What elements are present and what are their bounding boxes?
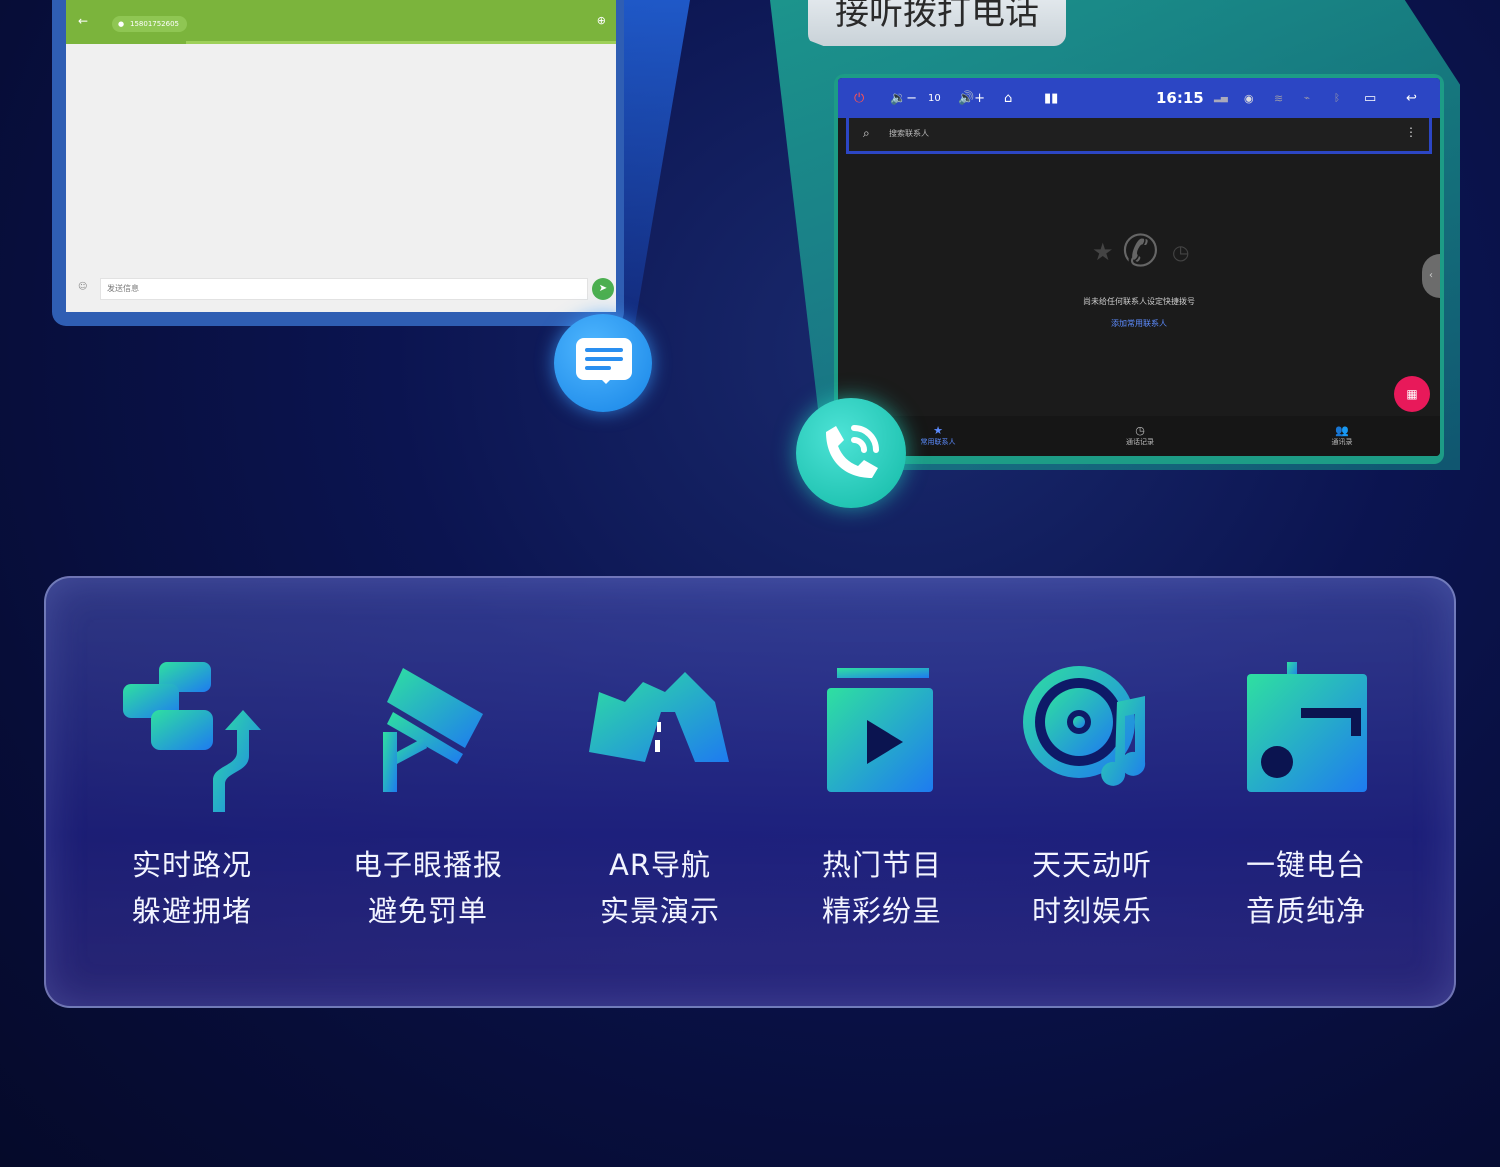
- add-favorite-link[interactable]: 添加常用联系人: [838, 318, 1440, 329]
- contact-search[interactable]: ⌕ 搜索联系人 ⋮: [846, 118, 1432, 154]
- sms-screen: ← 15801752605 ⊕ ☺ 发送信息 ➤: [66, 0, 616, 312]
- feature-title: 实时路况: [131, 848, 252, 882]
- star-icon: ★: [1092, 238, 1114, 266]
- search-input[interactable]: 搜索联系人: [889, 128, 929, 139]
- feature-title: AR导航: [609, 848, 711, 882]
- feature-subtitle: 音质纯净: [1245, 894, 1366, 928]
- feature-subtitle: 避免罚单: [367, 894, 488, 928]
- nav-contacts[interactable]: 👥 通讯录: [1302, 424, 1382, 447]
- back-arrow-icon[interactable]: ←: [78, 14, 88, 28]
- wifi-icon: ≋: [1274, 91, 1284, 105]
- radio-icon: [1231, 662, 1381, 812]
- star-icon: ★: [933, 424, 943, 437]
- add-contact-icon[interactable]: ⊕: [597, 14, 606, 27]
- history-icon: ◷: [1135, 424, 1145, 437]
- search-icon: ⌕: [863, 126, 870, 140]
- header-underline: [186, 41, 616, 44]
- dialpad-button[interactable]: ▦: [1394, 376, 1430, 412]
- message-input[interactable]: 发送信息: [100, 278, 588, 300]
- recipient-chip[interactable]: 15801752605: [112, 16, 187, 32]
- feature-title: 一键电台: [1245, 848, 1366, 882]
- feature-speed-camera: 电子眼播报 避免罚单: [318, 662, 538, 934]
- feature-subtitle: 实景演示: [599, 894, 720, 928]
- sms-header: ← 15801752605 ⊕: [66, 0, 616, 44]
- phone-window: ⏻ 🔉− 10 🔊+ ⌂ ▮▮ 16:15 ▂▄ ◉ ≋ ⌁ ᛒ ▭ ↩ ⌕ 搜…: [834, 74, 1444, 464]
- feature-music: 天天动听 时刻娱乐: [982, 662, 1202, 934]
- feature-subtitle: 躲避拥堵: [131, 894, 252, 928]
- home-icon[interactable]: ⌂: [1004, 91, 1012, 106]
- features-panel: 实时路况 躲避拥堵 电子眼播报 避免罚单 AR导航 实景演示 热门节目 精彩纷呈…: [44, 576, 1456, 1008]
- signal-icon: ▂▄: [1214, 93, 1228, 103]
- side-drawer-handle[interactable]: ‹: [1422, 254, 1440, 298]
- status-bar: ⏻ 🔉− 10 🔊+ ⌂ ▮▮ 16:15 ▂▄ ◉ ≋ ⌁ ᛒ ▭ ↩: [838, 78, 1440, 118]
- usb-icon: ⌁: [1304, 92, 1311, 104]
- more-options-icon[interactable]: ⋮: [1405, 125, 1417, 139]
- feature-title: 热门节目: [821, 848, 942, 882]
- phone-call-icon: [796, 398, 906, 508]
- nav-favorites[interactable]: ★ 常用联系人: [898, 424, 978, 447]
- feature-radio: 一键电台 音质纯净: [1196, 662, 1416, 934]
- feature-title: 电子眼播报: [352, 848, 503, 882]
- split-screen-icon[interactable]: ▮▮: [1044, 91, 1058, 106]
- video-play-icon: [807, 662, 957, 812]
- volume-level: 10: [928, 92, 941, 104]
- people-icon: 👥: [1335, 424, 1349, 437]
- volume-up-icon[interactable]: 🔊+: [958, 91, 985, 106]
- window-icon[interactable]: ▭: [1364, 91, 1376, 106]
- feature-title: 天天动听: [1031, 848, 1152, 882]
- clock: 16:15: [1156, 89, 1204, 107]
- nav-recents[interactable]: ◷ 通话记录: [1100, 424, 1180, 447]
- camera-icon: [353, 662, 503, 812]
- send-icon[interactable]: ➤: [592, 278, 614, 300]
- feature-subtitle: 精彩纷呈: [821, 894, 942, 928]
- message-icon: [554, 314, 652, 412]
- empty-state-text: 尚未给任何联系人设定快捷拨号: [1083, 297, 1195, 306]
- emoji-icon[interactable]: ☺: [78, 282, 87, 292]
- sms-window: ← 15801752605 ⊕ ☺ 发送信息 ➤: [52, 0, 624, 326]
- traffic-icon: [117, 662, 267, 812]
- clock-icon: ◷: [1172, 240, 1190, 264]
- section-title: 接听拨打电话: [808, 0, 1066, 46]
- bluetooth-icon: ᛒ: [1334, 92, 1340, 104]
- ar-road-icon: [585, 662, 735, 812]
- sms-compose-bar: ☺ 发送信息 ➤: [66, 266, 616, 312]
- power-icon[interactable]: ⏻: [854, 91, 864, 106]
- feature-ar-navigation: AR导航实景演示: [550, 662, 770, 934]
- phone-handset-icon: ✆: [1122, 226, 1159, 277]
- gauge-icon: ◉: [1244, 91, 1254, 105]
- music-disc-icon: [1017, 662, 1167, 812]
- feature-hot-programs: 热门节目 精彩纷呈: [772, 662, 992, 934]
- volume-down-icon[interactable]: 🔉−: [890, 91, 917, 106]
- feature-subtitle: 时刻娱乐: [1031, 894, 1152, 928]
- return-icon[interactable]: ↩: [1406, 91, 1417, 106]
- phone-screen: ⏻ 🔉− 10 🔊+ ⌂ ▮▮ 16:15 ▂▄ ◉ ≋ ⌁ ᛒ ▭ ↩ ⌕ 搜…: [838, 78, 1440, 456]
- bottom-nav: ★ 常用联系人 ◷ 通话记录 👥 通讯录: [838, 416, 1440, 456]
- feature-traffic: 实时路况 躲避拥堵: [82, 662, 302, 934]
